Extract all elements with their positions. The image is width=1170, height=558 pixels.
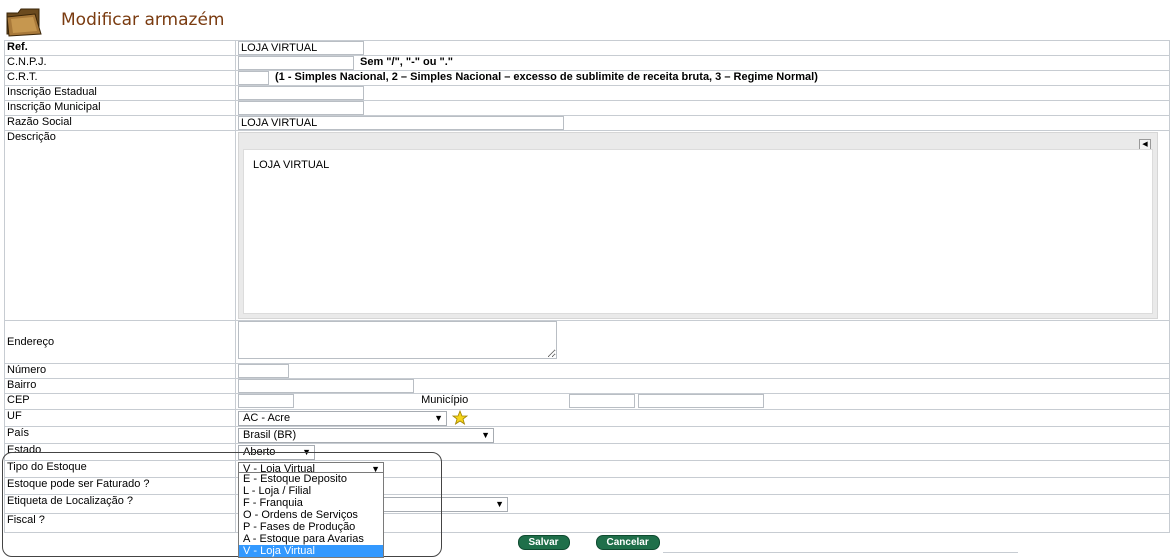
dropdown-option-selected[interactable]: V - Loja Virtual — [239, 545, 383, 557]
uf-selected-value: AC - Acre — [243, 412, 291, 424]
chevron-down-icon: ▼ — [302, 447, 311, 457]
uf-select[interactable]: AC - Acre ▼ — [238, 411, 447, 426]
dropdown-option[interactable]: L - Loja / Filial — [239, 485, 383, 497]
editor-toolbar — [239, 133, 1157, 149]
chevron-down-icon: ▼ — [434, 413, 443, 423]
warehouse-form: Ref. C.N.P.J. Sem "/", "-" ou "." C.R.T.… — [4, 40, 1170, 551]
chevron-down-icon: ▼ — [481, 430, 490, 440]
municipio-code-input[interactable] — [569, 394, 636, 408]
inscricao-estadual-label: Inscrição Estadual — [4, 85, 236, 101]
inscricao-municipal-label: Inscrição Municipal — [4, 100, 236, 116]
cancel-button[interactable]: Cancelar — [595, 535, 660, 550]
dropdown-option[interactable]: F - Franquia — [239, 497, 383, 509]
cnpj-input[interactable] — [238, 56, 354, 70]
descricao-editor-area[interactable]: LOJA VIRTUAL — [243, 149, 1153, 314]
cep-input[interactable] — [238, 394, 294, 408]
cnpj-hint: Sem "/", "-" ou "." — [360, 56, 454, 68]
folder-icon — [6, 8, 42, 37]
page-header: Modificar armazém — [0, 0, 1170, 40]
divider — [663, 552, 1018, 557]
estado-selected-value: Aberto — [243, 446, 276, 458]
fiscal-label: Fiscal ? — [4, 513, 236, 533]
pais-selected-value: Brasil (BR) — [243, 429, 297, 441]
bairro-input[interactable] — [238, 379, 414, 393]
uf-label: UF — [4, 409, 236, 427]
razao-social-input[interactable] — [238, 116, 564, 130]
page-title: Modificar armazém — [61, 10, 225, 30]
inscricao-estadual-input[interactable] — [238, 86, 364, 100]
ref-label: Ref. — [4, 40, 236, 56]
pais-select[interactable]: Brasil (BR) ▼ — [238, 428, 494, 443]
dropdown-option[interactable]: O - Ordens de Serviços — [239, 509, 383, 521]
estado-select[interactable]: Aberto ▼ — [238, 445, 315, 460]
razao-social-label: Razão Social — [4, 115, 236, 131]
tipo-estoque-dropdown[interactable]: E - Estoque Deposito L - Loja / Filial F… — [238, 472, 384, 558]
descricao-label: Descrição — [4, 130, 236, 321]
dropdown-option[interactable]: A - Estoque para Avarias — [239, 533, 383, 545]
numero-label: Número — [4, 363, 236, 379]
save-button[interactable]: Salvar — [517, 535, 570, 550]
crt-input[interactable] — [238, 71, 269, 85]
bairro-label: Bairro — [4, 378, 236, 394]
etiqueta-label: Etiqueta de Localização ? — [4, 494, 236, 514]
endereco-label: Endereço — [4, 320, 236, 364]
dropdown-option[interactable]: E - Estoque Deposito — [239, 473, 383, 485]
chevron-down-icon: ▼ — [495, 499, 504, 509]
crt-hint: (1 - Simples Nacional, 2 – Simples Nacio… — [275, 71, 818, 83]
cnpj-label: C.N.P.J. — [4, 55, 236, 71]
cep-label: CEP — [4, 393, 236, 410]
estoque-faturado-label: Estoque pode ser Faturado ? — [4, 477, 236, 495]
pais-label: País — [4, 426, 236, 444]
ref-input[interactable] — [238, 41, 364, 55]
descricao-editor: ◀ LOJA VIRTUAL — [238, 132, 1158, 319]
municipio-name-input[interactable] — [638, 394, 765, 408]
endereco-textarea[interactable] — [238, 321, 557, 359]
dropdown-option[interactable]: P - Fases de Produção — [239, 521, 383, 533]
numero-input[interactable] — [238, 364, 289, 378]
inscricao-municipal-input[interactable] — [238, 101, 364, 115]
crt-label: C.R.T. — [4, 70, 236, 86]
tipo-estoque-label: Tipo do Estoque — [4, 460, 236, 478]
municipio-label: Município — [421, 394, 469, 406]
estado-label: Estado — [4, 443, 236, 461]
star-icon[interactable] — [452, 410, 469, 425]
descricao-text: LOJA VIRTUAL — [253, 159, 330, 171]
